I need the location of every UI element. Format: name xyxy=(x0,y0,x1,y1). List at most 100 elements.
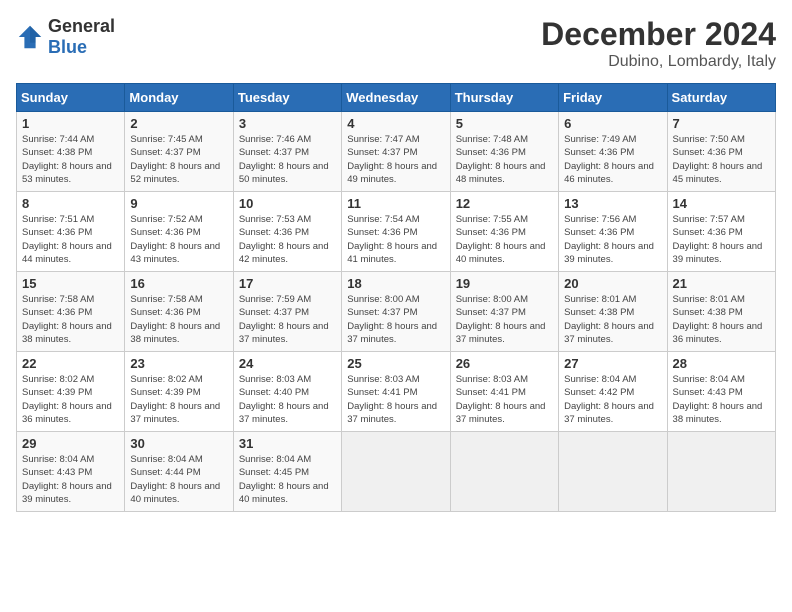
cell-info: Sunrise: 7:56 AM Sunset: 4:36 PM Dayligh… xyxy=(564,213,661,266)
day-number: 8 xyxy=(22,196,119,211)
day-number: 3 xyxy=(239,116,336,131)
header-wednesday: Wednesday xyxy=(342,84,450,112)
cell-info: Sunrise: 7:59 AM Sunset: 4:37 PM Dayligh… xyxy=(239,293,336,346)
calendar-cell: 21 Sunrise: 8:01 AM Sunset: 4:38 PM Dayl… xyxy=(667,272,775,352)
cell-info: Sunrise: 7:47 AM Sunset: 4:37 PM Dayligh… xyxy=(347,133,444,186)
calendar-header-row: SundayMondayTuesdayWednesdayThursdayFrid… xyxy=(17,84,776,112)
day-number: 26 xyxy=(456,356,553,371)
page-header: General Blue December 2024 Dubino, Lomba… xyxy=(16,16,776,71)
day-number: 28 xyxy=(673,356,770,371)
day-number: 17 xyxy=(239,276,336,291)
cell-info: Sunrise: 8:01 AM Sunset: 4:38 PM Dayligh… xyxy=(673,293,770,346)
calendar-cell: 2 Sunrise: 7:45 AM Sunset: 4:37 PM Dayli… xyxy=(125,112,233,192)
header-monday: Monday xyxy=(125,84,233,112)
cell-info: Sunrise: 7:58 AM Sunset: 4:36 PM Dayligh… xyxy=(130,293,227,346)
cell-info: Sunrise: 7:51 AM Sunset: 4:36 PM Dayligh… xyxy=(22,213,119,266)
header-saturday: Saturday xyxy=(667,84,775,112)
calendar-cell: 13 Sunrise: 7:56 AM Sunset: 4:36 PM Dayl… xyxy=(559,192,667,272)
cell-info: Sunrise: 7:58 AM Sunset: 4:36 PM Dayligh… xyxy=(22,293,119,346)
cell-info: Sunrise: 8:03 AM Sunset: 4:41 PM Dayligh… xyxy=(456,373,553,426)
calendar-cell: 20 Sunrise: 8:01 AM Sunset: 4:38 PM Dayl… xyxy=(559,272,667,352)
cell-info: Sunrise: 8:00 AM Sunset: 4:37 PM Dayligh… xyxy=(347,293,444,346)
day-number: 30 xyxy=(130,436,227,451)
calendar-cell: 9 Sunrise: 7:52 AM Sunset: 4:36 PM Dayli… xyxy=(125,192,233,272)
month-title: December 2024 xyxy=(541,16,776,53)
calendar-cell: 10 Sunrise: 7:53 AM Sunset: 4:36 PM Dayl… xyxy=(233,192,341,272)
day-number: 16 xyxy=(130,276,227,291)
calendar-cell: 6 Sunrise: 7:49 AM Sunset: 4:36 PM Dayli… xyxy=(559,112,667,192)
calendar-week-3: 15 Sunrise: 7:58 AM Sunset: 4:36 PM Dayl… xyxy=(17,272,776,352)
day-number: 14 xyxy=(673,196,770,211)
day-number: 2 xyxy=(130,116,227,131)
location-title: Dubino, Lombardy, Italy xyxy=(541,53,776,71)
cell-info: Sunrise: 8:02 AM Sunset: 4:39 PM Dayligh… xyxy=(22,373,119,426)
day-number: 15 xyxy=(22,276,119,291)
cell-info: Sunrise: 7:54 AM Sunset: 4:36 PM Dayligh… xyxy=(347,213,444,266)
day-number: 7 xyxy=(673,116,770,131)
logo-icon xyxy=(16,23,44,51)
calendar-cell xyxy=(559,432,667,512)
day-number: 19 xyxy=(456,276,553,291)
calendar-cell: 3 Sunrise: 7:46 AM Sunset: 4:37 PM Dayli… xyxy=(233,112,341,192)
cell-info: Sunrise: 7:48 AM Sunset: 4:36 PM Dayligh… xyxy=(456,133,553,186)
day-number: 27 xyxy=(564,356,661,371)
day-number: 4 xyxy=(347,116,444,131)
day-number: 20 xyxy=(564,276,661,291)
day-number: 31 xyxy=(239,436,336,451)
cell-info: Sunrise: 7:50 AM Sunset: 4:36 PM Dayligh… xyxy=(673,133,770,186)
cell-info: Sunrise: 8:03 AM Sunset: 4:41 PM Dayligh… xyxy=(347,373,444,426)
cell-info: Sunrise: 7:44 AM Sunset: 4:38 PM Dayligh… xyxy=(22,133,119,186)
day-number: 12 xyxy=(456,196,553,211)
calendar-cell xyxy=(342,432,450,512)
calendar-cell: 15 Sunrise: 7:58 AM Sunset: 4:36 PM Dayl… xyxy=(17,272,125,352)
calendar-cell: 17 Sunrise: 7:59 AM Sunset: 4:37 PM Dayl… xyxy=(233,272,341,352)
calendar-week-4: 22 Sunrise: 8:02 AM Sunset: 4:39 PM Dayl… xyxy=(17,352,776,432)
calendar-table: SundayMondayTuesdayWednesdayThursdayFrid… xyxy=(16,83,776,512)
cell-info: Sunrise: 8:03 AM Sunset: 4:40 PM Dayligh… xyxy=(239,373,336,426)
calendar-cell: 24 Sunrise: 8:03 AM Sunset: 4:40 PM Dayl… xyxy=(233,352,341,432)
calendar-cell: 30 Sunrise: 8:04 AM Sunset: 4:44 PM Dayl… xyxy=(125,432,233,512)
calendar-cell xyxy=(450,432,558,512)
cell-info: Sunrise: 7:46 AM Sunset: 4:37 PM Dayligh… xyxy=(239,133,336,186)
calendar-cell: 16 Sunrise: 7:58 AM Sunset: 4:36 PM Dayl… xyxy=(125,272,233,352)
cell-info: Sunrise: 8:04 AM Sunset: 4:44 PM Dayligh… xyxy=(130,453,227,506)
calendar-cell: 4 Sunrise: 7:47 AM Sunset: 4:37 PM Dayli… xyxy=(342,112,450,192)
logo-general-text: General xyxy=(48,16,115,36)
cell-info: Sunrise: 7:57 AM Sunset: 4:36 PM Dayligh… xyxy=(673,213,770,266)
calendar-cell: 29 Sunrise: 8:04 AM Sunset: 4:43 PM Dayl… xyxy=(17,432,125,512)
cell-info: Sunrise: 7:53 AM Sunset: 4:36 PM Dayligh… xyxy=(239,213,336,266)
cell-info: Sunrise: 8:04 AM Sunset: 4:45 PM Dayligh… xyxy=(239,453,336,506)
header-friday: Friday xyxy=(559,84,667,112)
cell-info: Sunrise: 8:02 AM Sunset: 4:39 PM Dayligh… xyxy=(130,373,227,426)
day-number: 9 xyxy=(130,196,227,211)
calendar-cell: 7 Sunrise: 7:50 AM Sunset: 4:36 PM Dayli… xyxy=(667,112,775,192)
day-number: 21 xyxy=(673,276,770,291)
calendar-cell: 31 Sunrise: 8:04 AM Sunset: 4:45 PM Dayl… xyxy=(233,432,341,512)
logo: General Blue xyxy=(16,16,115,58)
day-number: 24 xyxy=(239,356,336,371)
day-number: 23 xyxy=(130,356,227,371)
calendar-week-1: 1 Sunrise: 7:44 AM Sunset: 4:38 PM Dayli… xyxy=(17,112,776,192)
calendar-cell: 19 Sunrise: 8:00 AM Sunset: 4:37 PM Dayl… xyxy=(450,272,558,352)
header-tuesday: Tuesday xyxy=(233,84,341,112)
calendar-cell: 18 Sunrise: 8:00 AM Sunset: 4:37 PM Dayl… xyxy=(342,272,450,352)
cell-info: Sunrise: 8:00 AM Sunset: 4:37 PM Dayligh… xyxy=(456,293,553,346)
header-thursday: Thursday xyxy=(450,84,558,112)
calendar-week-2: 8 Sunrise: 7:51 AM Sunset: 4:36 PM Dayli… xyxy=(17,192,776,272)
day-number: 10 xyxy=(239,196,336,211)
cell-info: Sunrise: 8:01 AM Sunset: 4:38 PM Dayligh… xyxy=(564,293,661,346)
day-number: 11 xyxy=(347,196,444,211)
calendar-cell: 1 Sunrise: 7:44 AM Sunset: 4:38 PM Dayli… xyxy=(17,112,125,192)
calendar-cell: 25 Sunrise: 8:03 AM Sunset: 4:41 PM Dayl… xyxy=(342,352,450,432)
calendar-cell: 5 Sunrise: 7:48 AM Sunset: 4:36 PM Dayli… xyxy=(450,112,558,192)
day-number: 29 xyxy=(22,436,119,451)
calendar-cell: 11 Sunrise: 7:54 AM Sunset: 4:36 PM Dayl… xyxy=(342,192,450,272)
calendar-cell: 22 Sunrise: 8:02 AM Sunset: 4:39 PM Dayl… xyxy=(17,352,125,432)
day-number: 22 xyxy=(22,356,119,371)
calendar-cell: 8 Sunrise: 7:51 AM Sunset: 4:36 PM Dayli… xyxy=(17,192,125,272)
day-number: 25 xyxy=(347,356,444,371)
day-number: 5 xyxy=(456,116,553,131)
calendar-week-5: 29 Sunrise: 8:04 AM Sunset: 4:43 PM Dayl… xyxy=(17,432,776,512)
calendar-cell: 12 Sunrise: 7:55 AM Sunset: 4:36 PM Dayl… xyxy=(450,192,558,272)
calendar-cell xyxy=(667,432,775,512)
